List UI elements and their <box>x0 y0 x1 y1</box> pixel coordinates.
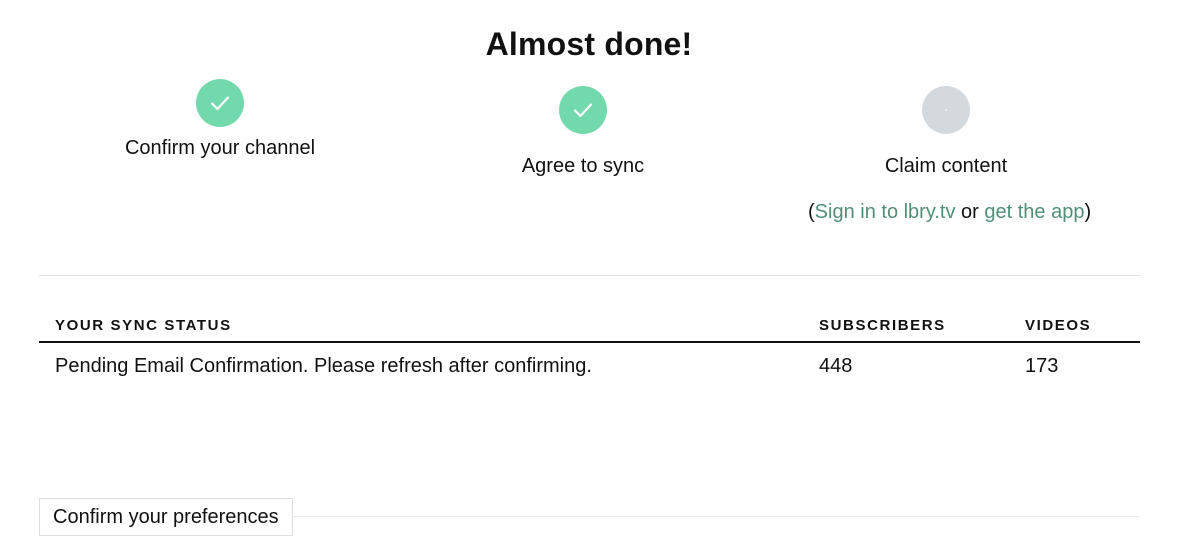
sync-page: Almost done! Confirm your channel Agree … <box>0 0 1200 548</box>
page-title: Almost done! <box>485 26 693 62</box>
divider <box>39 275 1140 276</box>
sync-status-table: YOUR SYNC STATUS SUBSCRIBERS VIDEOS Pend… <box>39 310 1140 377</box>
step-label: Claim content <box>884 155 1008 177</box>
sign-in-link[interactable]: Sign in to lbry.tv <box>815 201 956 223</box>
step-label: Agree to sync <box>521 155 645 177</box>
step-label: Confirm your channel <box>124 137 316 159</box>
videos-value: 173 <box>1025 355 1059 377</box>
checkmark-icon <box>210 96 230 111</box>
step-agree-sync: Agree to sync <box>433 86 733 178</box>
header-videos: VIDEOS <box>1025 317 1092 334</box>
app-links: (Sign in to lbry.tv or get the app) <box>796 201 1128 224</box>
table-row: Pending Email Confirmation. Please refre… <box>39 343 1140 377</box>
open-paren: ( <box>808 201 815 223</box>
get-app-link[interactable]: get the app <box>984 201 1084 223</box>
subscribers-value: 448 <box>819 355 853 377</box>
step-confirm-channel: Confirm your channel <box>70 79 370 160</box>
step-pending-circle <box>922 86 970 134</box>
close-paren: ) <box>1084 201 1092 223</box>
step-claim-content: Claim content <box>796 86 1096 178</box>
confirm-preferences-button[interactable]: Confirm your preferences <box>39 498 293 536</box>
or-text: or <box>955 201 985 223</box>
table-header: YOUR SYNC STATUS SUBSCRIBERS VIDEOS <box>39 310 1140 343</box>
sync-status-value: Pending Email Confirmation. Please refre… <box>55 355 592 377</box>
header-subscribers: SUBSCRIBERS <box>819 317 946 334</box>
header-sync-status: YOUR SYNC STATUS <box>55 317 232 334</box>
step-complete-circle <box>196 79 244 127</box>
checkmark-icon <box>573 103 593 118</box>
step-complete-circle <box>559 86 607 134</box>
dot-icon <box>945 109 947 111</box>
